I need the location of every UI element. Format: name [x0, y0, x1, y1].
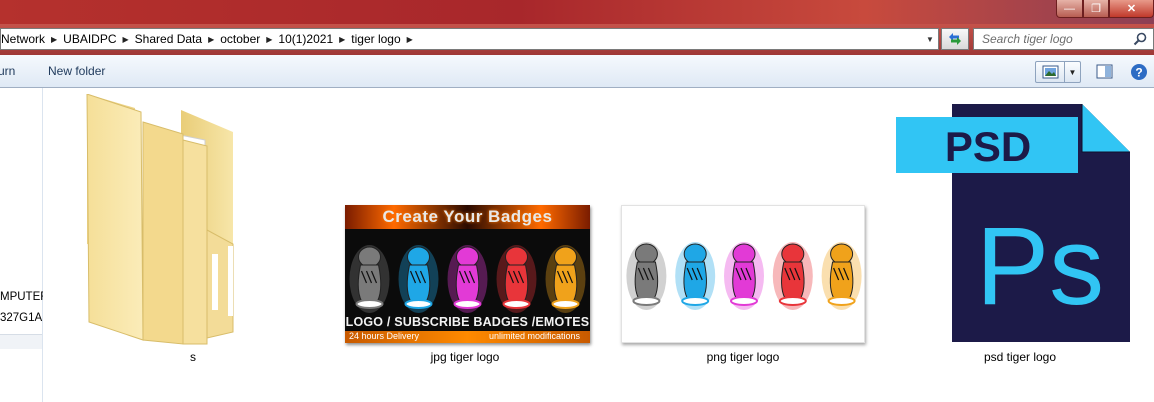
file-item-png-tiger-logo[interactable]	[621, 205, 865, 343]
tiger-badges-image	[349, 245, 586, 313]
burn-button[interactable]: urn	[0, 64, 15, 78]
view-options-dropdown-icon[interactable]: ▼	[1064, 62, 1080, 82]
tiger-badge-icon	[821, 242, 862, 310]
large-icons-view-icon	[1042, 65, 1059, 79]
tiger-badge-icon	[545, 245, 586, 313]
search-input[interactable]	[980, 29, 1134, 49]
file-name-folder-s[interactable]: s	[190, 350, 196, 364]
folder-icon	[86, 93, 234, 345]
file-name-jpg-tiger-logo[interactable]: jpg tiger logo	[431, 350, 500, 364]
help-icon: ?	[1131, 64, 1147, 80]
breadcrumb-separator-icon[interactable]: ▶	[121, 35, 131, 44]
address-row: Network ▶ UBAIDPC ▶ Shared Data ▶ octobe…	[0, 24, 1154, 55]
breadcrumb-item-ubaidpc[interactable]: UBAIDPC	[59, 32, 120, 46]
breadcrumb-separator-icon[interactable]: ▶	[206, 35, 216, 44]
tiger-badge-icon	[675, 242, 716, 310]
ps-label: Ps	[976, 205, 1104, 328]
tiger-badge-icon	[447, 245, 488, 313]
nav-pane-divider	[0, 334, 42, 349]
tiger-badge-icon	[349, 245, 390, 313]
breadcrumb: Network ▶ UBAIDPC ▶ Shared Data ▶ octobe…	[1, 32, 415, 46]
breadcrumb-item-10-1-2021[interactable]: 10(1)2021	[274, 32, 337, 46]
photoshop-file-icon: PSD Ps	[896, 104, 1130, 342]
change-view-button[interactable]: ▼	[1035, 61, 1081, 83]
breadcrumb-separator-icon[interactable]: ▶	[49, 35, 59, 44]
breadcrumb-separator-icon[interactable]: ▶	[264, 35, 274, 44]
psd-label: PSD	[945, 123, 1031, 170]
file-item-folder-s[interactable]	[83, 93, 303, 374]
address-history-dropdown-icon[interactable]: ▼	[922, 29, 938, 49]
navigation-pane: MPUTER 327G1A	[0, 88, 49, 402]
file-item-jpg-tiger-logo[interactable]: Create Your Badges LOGO / SUBSCRIBE BADG…	[345, 205, 590, 343]
command-bar: urn New folder ▼ ?	[0, 55, 1154, 88]
address-bar[interactable]: Network ▶ UBAIDPC ▶ Shared Data ▶ octobe…	[0, 28, 939, 50]
file-item-psd-tiger-logo[interactable]: PSD Ps	[896, 104, 1136, 344]
svg-text:?: ?	[1135, 66, 1142, 80]
badge-footer: 24 hours Delivery unlimited modification…	[345, 331, 590, 343]
badge-title: Create Your Badges	[382, 207, 553, 226]
preview-pane-icon	[1096, 64, 1113, 79]
minimize-button[interactable]: —	[1056, 0, 1083, 18]
breadcrumb-separator-icon[interactable]: ▶	[405, 35, 415, 44]
close-button[interactable]: ✕	[1109, 0, 1154, 18]
file-name-psd-tiger-logo[interactable]: psd tiger logo	[984, 350, 1056, 364]
help-button[interactable]: ?	[1127, 61, 1151, 83]
search-icon[interactable]	[1133, 32, 1147, 46]
new-folder-button[interactable]: New folder	[48, 64, 105, 78]
breadcrumb-item-tiger-logo[interactable]: tiger logo	[347, 32, 404, 46]
breadcrumb-item-shared-data[interactable]: Shared Data	[131, 32, 206, 46]
tiger-badge-icon	[626, 242, 667, 310]
tiger-badge-icon	[398, 245, 439, 313]
badge-footer-left: 24 hours Delivery	[349, 331, 420, 341]
window-controls: — ❐ ✕	[1056, 0, 1154, 19]
nav-item-computer[interactable]: MPUTER	[0, 291, 49, 303]
breadcrumb-item-network[interactable]: Network	[1, 32, 49, 46]
breadcrumb-item-october[interactable]: october	[216, 32, 264, 46]
tiger-logos-image	[626, 242, 862, 310]
file-list: s Create Your Badges LOGO / SUBSCRIBE BA…	[43, 88, 1154, 402]
badge-subtitle: LOGO / SUBSCRIBE BADGES /EMOTES	[345, 315, 590, 329]
file-name-png-tiger-logo[interactable]: png tiger logo	[707, 350, 780, 364]
breadcrumb-separator-icon[interactable]: ▶	[337, 35, 347, 44]
search-box[interactable]	[973, 28, 1154, 50]
maximize-button[interactable]: ❐	[1083, 0, 1109, 18]
tiger-badge-icon	[772, 242, 813, 310]
badge-footer-right: unlimited modifications	[488, 331, 580, 341]
refresh-icon	[949, 33, 961, 45]
tiger-badge-icon	[724, 242, 764, 310]
tiger-badge-icon	[496, 245, 537, 313]
refresh-button[interactable]	[941, 28, 969, 50]
title-bar: — ❐ ✕	[0, 0, 1154, 24]
nav-item-drive[interactable]: 327G1A	[0, 312, 42, 324]
preview-pane-button[interactable]	[1093, 61, 1117, 83]
